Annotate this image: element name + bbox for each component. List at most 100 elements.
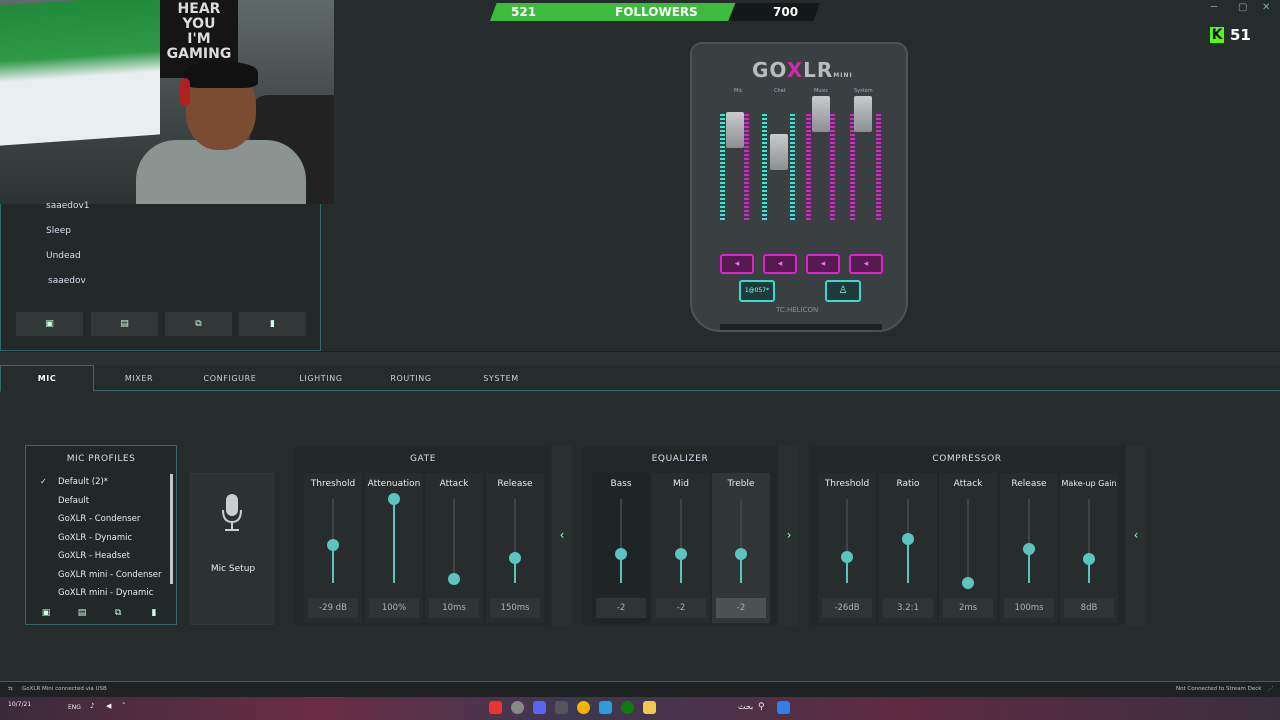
slider-thumb[interactable] [388,493,400,505]
column-value[interactable]: -2 [656,598,706,618]
tab-mixer[interactable]: MIXER [110,365,168,391]
bleep-button[interactable]: 1@057* [739,280,775,302]
slider-thumb[interactable] [327,539,339,552]
column-value[interactable]: 100ms [1004,598,1054,618]
minimize-button[interactable]: ─ [1211,2,1217,13]
slider-fill [393,499,395,583]
taskbar-search-label[interactable]: بحث [738,702,753,711]
resize-grip-icon[interactable]: ⋰ [1268,686,1274,692]
slider-thumb[interactable] [962,577,974,589]
chevron-right-icon[interactable]: › [779,445,799,625]
mic-profile-item[interactable]: GoXLR - Dynamic [58,533,132,543]
column-value[interactable]: 150ms [490,598,540,618]
gate-attack-column: Attack 10ms [425,473,483,623]
new-file-button[interactable]: ▤ [91,312,158,336]
profile-list-item[interactable]: saaedov [48,276,86,286]
close-button[interactable]: ✕ [1262,2,1270,13]
save-profile-button[interactable]: ▣ [40,608,52,618]
mic-profile-item[interactable]: Default [58,496,89,506]
panel-divider[interactable] [0,351,1280,365]
windows-start-icon[interactable] [777,701,790,714]
xbox-icon[interactable] [621,701,634,714]
microphone-tray-icon[interactable]: ♪ [90,702,94,710]
mic-profile-item[interactable]: GoXLR - Condenser [58,514,140,524]
column-value[interactable]: -2 [596,598,646,618]
delete-button[interactable]: ▮ [239,312,306,336]
github-icon[interactable] [511,701,524,714]
slider-thumb[interactable] [615,547,627,560]
column-value[interactable]: 10ms [429,598,479,618]
chevron-left-icon[interactable]: ‹ [1126,445,1146,625]
slider-thumb[interactable] [1023,542,1035,555]
column-value[interactable]: -29 dB [308,598,358,618]
mute-button-mic[interactable]: ◂ [720,254,754,274]
tab-configure[interactable]: CONFIGURE [196,365,264,391]
maximize-button[interactable]: ▢ [1238,2,1247,13]
delete-profile-button[interactable]: ▮ [148,608,160,618]
followers-goal-bar: 521 FOLLOWERS 700 [490,3,820,21]
fader-knob-system[interactable] [854,96,872,132]
discord-icon[interactable] [533,701,546,714]
mic-setup-button[interactable]: Mic Setup [190,473,274,625]
mixer-app-icon[interactable] [555,701,568,714]
chevron-up-icon[interactable]: ˄ [122,702,126,710]
save-button[interactable]: ▣ [16,312,83,336]
slider-thumb[interactable] [902,533,914,546]
mic-profiles-scrollbar[interactable] [170,474,173,584]
profile-list-item[interactable]: Sleep [46,226,71,236]
tab-mic[interactable]: MIC [0,365,94,392]
column-value[interactable]: 100% [369,598,419,618]
slider-thumb[interactable] [841,550,853,563]
headphones [180,78,190,106]
file-explorer-icon[interactable] [643,701,656,714]
level-meter [876,114,881,222]
slider-thumb[interactable] [509,551,521,564]
search-icon[interactable]: ⚲ [758,702,765,712]
volume-icon[interactable]: ◀ [106,702,111,710]
fader-knob-mic[interactable] [726,112,744,148]
new-profile-button[interactable]: ▤ [76,608,88,618]
mic-profile-item[interactable]: GoXLR mini - Dynamic [58,588,153,598]
taskbar-language[interactable]: ENG [68,704,81,711]
copy-button[interactable]: ⧉ [165,312,232,336]
mute-button-chat[interactable]: ◂ [763,254,797,274]
column-value[interactable]: 2ms [943,598,993,618]
profile-list-item[interactable]: Undead [46,251,81,261]
mic-profile-item[interactable]: GoXLR - Headset [58,551,130,561]
store-icon[interactable] [599,701,612,714]
fader-label-mic: Mic [734,88,743,94]
column-label: Attack [439,479,469,489]
column-value[interactable]: -26dB [822,598,872,618]
slider-track[interactable] [967,499,969,583]
mute-button-music[interactable]: ◂ [806,254,840,274]
column-value[interactable]: -2 [716,598,766,618]
brave-icon[interactable] [489,701,502,714]
fader-label-chat: Chat [774,88,786,94]
cough-button[interactable]: ♙ [825,280,861,302]
mute-button-system[interactable]: ◂ [849,254,883,274]
slider-thumb[interactable] [675,547,687,560]
mic-profile-item[interactable]: Default (2)* [58,477,108,487]
file-icon: ▤ [120,319,129,329]
comp-threshold-column: Threshold -26dB [818,473,876,623]
fader-knob-chat[interactable] [770,134,788,170]
profile-list-item[interactable]: saaedov1 [46,201,90,211]
mic-profile-item[interactable]: GoXLR mini - Condenser [58,570,162,580]
copy-profile-button[interactable]: ⧉ [112,608,124,618]
slider-thumb[interactable] [448,572,460,585]
chevron-left-icon[interactable]: ‹ [552,445,572,625]
slider-thumb[interactable] [1083,552,1095,565]
device-brand: TC.HELICON [776,306,819,314]
comp-ratio-column: Ratio 3.2:1 [879,473,937,623]
column-value[interactable]: 8dB [1064,598,1114,618]
tab-system[interactable]: SYSTEM [472,365,530,391]
tab-routing[interactable]: ROUTING [382,365,440,391]
fader-knob-music[interactable] [812,96,830,132]
tab-lighting[interactable]: LIGHTING [292,365,350,391]
column-label: Make-up Gain [1061,479,1117,488]
logo-go: GO [752,58,787,82]
slider-track[interactable] [453,499,455,583]
column-value[interactable]: 3.2:1 [883,598,933,618]
slider-thumb[interactable] [735,547,747,560]
chrome-icon[interactable] [577,701,590,714]
